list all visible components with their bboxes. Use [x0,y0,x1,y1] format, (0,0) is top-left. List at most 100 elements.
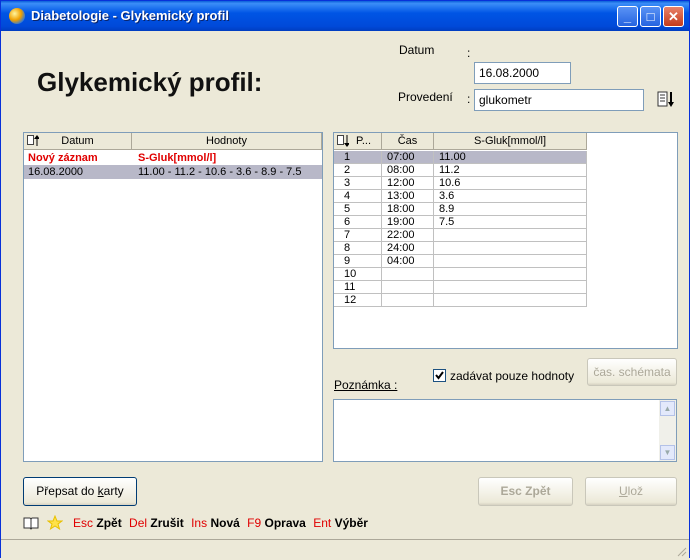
datum-value: 16.08.2000 [479,66,540,80]
grid-header-cas-label: Čas [397,135,418,147]
cell-value: 8.9 [434,203,587,216]
records-list[interactable]: Datum Hodnoty Nový záznam S-Gluk[mmol/l]… [23,132,323,462]
cell-p: 4 [334,190,382,203]
provedeni-field[interactable]: glukometr [474,89,644,111]
shortcut-del-key: Del [129,516,148,530]
minimize-icon: _ [623,9,632,24]
cell-p: 9 [334,255,382,268]
table-row[interactable]: 7 22:00 [334,229,587,242]
star-icon[interactable] [46,514,64,531]
sort-descending-icon [337,135,349,147]
cell-p: 3 [334,177,382,190]
uloz-label-part: lož [627,484,643,498]
cell-value [434,294,587,307]
provedeni-list-button[interactable] [656,89,676,109]
cell-p: 6 [334,216,382,229]
list-header-hodnoty-label: Hodnoty [206,135,247,147]
close-button[interactable]: ✕ [663,6,684,27]
prepsat-do-karty-button[interactable]: Přepsat do karty [23,477,137,506]
new-record-unit: S-Gluk[mmol/l] [138,152,217,164]
list-header-datum[interactable]: Datum [24,133,132,150]
grid-header-cas[interactable]: Čas [382,133,434,150]
prepsat-label-part1: Přepsat do [36,484,98,498]
table-row[interactable]: 8 24:00 [334,242,587,255]
cell-value: 10.6 [434,177,587,190]
values-only-checkbox[interactable] [433,369,446,382]
cell-cas: 18:00 [382,203,434,216]
cas-schemata-button[interactable]: čas. schémata [587,358,677,386]
cell-value: 11.00 [434,151,587,164]
cell-cas: 24:00 [382,242,434,255]
cell-p: 1 [334,151,382,164]
shortcut-esc-action[interactable]: Zpět [96,516,121,530]
values-only-label: zadávat pouze hodnoty [450,369,575,383]
scroll-down-icon[interactable]: ▼ [660,445,675,460]
cell-p: 2 [334,164,382,177]
table-row[interactable]: 1 07:00 11.00 [334,151,587,164]
shortcut-ins-key: Ins [191,516,208,530]
poznamka-textarea[interactable]: ▲ ▼ [333,399,677,462]
scroll-up-icon[interactable]: ▲ [660,401,675,416]
datum-colon: : [467,46,471,60]
cell-p: 10 [334,268,382,281]
datum-field[interactable]: 16.08.2000 [474,62,571,84]
shortcut-ins-action[interactable]: Nová [210,516,239,530]
minimize-button[interactable]: _ [617,6,638,27]
cell-value: 3.6 [434,190,587,203]
table-row[interactable]: 10 [334,268,587,281]
esc-zpet-button[interactable]: Esc Zpět [478,477,573,506]
table-row[interactable]: 2 08:00 11.2 [334,164,587,177]
book-icon[interactable] [23,515,39,531]
prepsat-label-part2: arty [103,484,124,498]
sort-ascending-icon [27,135,39,146]
shortcut-f9-action[interactable]: Oprava [265,516,306,530]
cell-value: 7.5 [434,216,587,229]
poznamka-scrollbar[interactable]: ▲ ▼ [659,400,676,461]
cell-cas [382,268,434,281]
grid-header-value-label: S-Gluk[mmol/l] [473,135,547,147]
table-row[interactable]: 4 13:00 3.6 [334,190,587,203]
shortcut-ent-key: Ent [313,516,332,530]
table-row[interactable]: 3 12:00 10.6 [334,177,587,190]
cell-cas: 19:00 [382,216,434,229]
star-icon-graphic [46,514,64,531]
table-row[interactable]: 9 04:00 [334,255,587,268]
resize-grip-graphic [677,547,687,557]
cell-cas: 07:00 [382,151,434,164]
list-header-hodnoty[interactable]: Hodnoty [132,133,322,150]
title-bar[interactable]: Diabetologie - Glykemický profil _ □ ✕ [1,1,689,31]
cell-cas: 22:00 [382,229,434,242]
resize-grip-icon[interactable] [675,545,687,557]
provedeni-value: glukometr [479,93,532,107]
uloz-button[interactable]: Ulož [585,477,677,506]
poznamka-label: Poznámka : [334,378,397,392]
provedeni-colon: : [467,92,471,106]
list-select-icon [657,91,674,107]
table-row[interactable]: 5 18:00 8.9 [334,203,587,216]
list-item-new[interactable]: Nový záznam S-Gluk[mmol/l] [24,151,322,165]
shortcut-f9-key: F9 [247,516,262,530]
table-row[interactable]: 12 [334,294,587,307]
grid-header-p[interactable]: P... [334,133,382,150]
grid-header-value[interactable]: S-Gluk[mmol/l] [434,133,587,150]
cell-cas: 13:00 [382,190,434,203]
cell-value: 11.2 [434,164,587,177]
list-header-datum-label: Datum [61,135,94,147]
table-row[interactable]: 11 [334,281,587,294]
shortcut-esc-key: Esc [73,516,94,530]
provedeni-label: Provedení [398,90,453,104]
datum-label: Datum [399,43,435,57]
list-item[interactable]: 16.08.2000 11.00 - 11.2 - 10.6 - 3.6 - 8… [24,165,322,179]
table-row[interactable]: 6 19:00 7.5 [334,216,587,229]
shortcut-del-action[interactable]: Zrušit [150,516,183,530]
cell-value [434,268,587,281]
status-bar [1,539,689,559]
shortcut-bar: Esc Zpět Del Zrušit Ins Nová F9 Oprava E… [73,516,368,530]
values-grid[interactable]: P... Čas S-Gluk[mmol/l] 1 07:00 11.00 2 08:0… [333,132,678,349]
page-title: Glykemický profil: [37,67,263,97]
list-item-datum: 16.08.2000 [28,166,84,178]
close-icon: ✕ [668,9,679,24]
app-window: Diabetologie - Glykemický profil _ □ ✕ G… [0,0,690,559]
shortcut-ent-action[interactable]: Výběr [335,516,368,530]
maximize-button[interactable]: □ [640,6,661,27]
